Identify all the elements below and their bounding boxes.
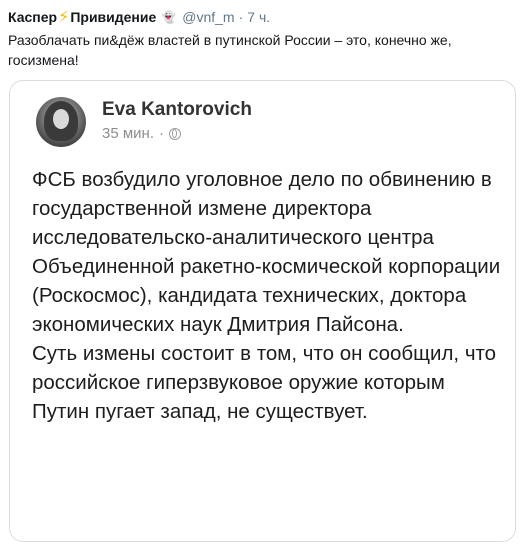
post-author-name: Eva Kantorovich [102,99,252,120]
post-time: 35 мин. [102,125,154,142]
tweet-text: Разоблачать пи&дёж властей в путинской Р… [8,32,452,68]
post-meta-separator: · [159,125,164,142]
display-name[interactable]: Каспер⚡Привидение [8,7,156,27]
display-name-part2: Привидение [70,9,157,25]
tweet: Каспер⚡Привидение 👻 @vnf_m · 7 ч. Разобл… [0,0,526,550]
globe-icon [169,127,181,140]
lightning-icon: ⚡ [58,9,70,26]
avatar [36,97,86,147]
avatar-face [53,109,69,129]
tweet-header: Каспер⚡Привидение 👻 @vnf_m · 7 ч. [8,6,270,28]
post-meta: 35 мин. · [102,125,181,142]
embedded-screenshot[interactable]: Eva Kantorovich 35 мин. · ФСБ возбудило … [9,80,516,542]
tweet-time[interactable]: 7 ч. [247,9,270,25]
display-name-part1: Каспер [8,9,58,25]
post-paragraph-1: ФСБ возбудило уголовное дело по обвинени… [32,168,501,336]
post-body: ФСБ возбудило уголовное дело по обвинени… [32,165,502,426]
user-handle[interactable]: @vnf_m [182,9,234,25]
ghost-icon: 👻 [161,10,177,24]
post-paragraph-2: Суть измены состоит в том, что он сообщи… [32,342,497,423]
separator-dot: · [238,9,244,25]
